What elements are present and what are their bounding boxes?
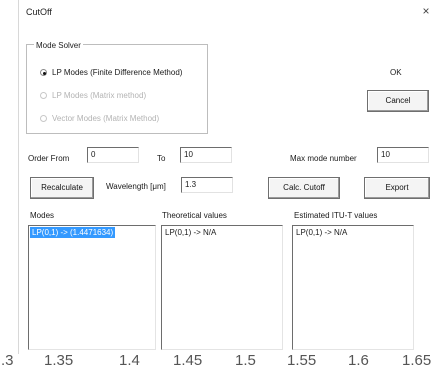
mode-solver-legend: Mode Solver	[34, 41, 83, 50]
order-from-label: Order From	[28, 154, 70, 163]
ok-button[interactable]: OK	[390, 68, 402, 77]
modes-header: Modes	[30, 211, 55, 220]
radio-label-lp-finite-difference: LP Modes (Finite Difference Method)	[52, 68, 183, 77]
max-mode-input[interactable]: 10	[377, 147, 429, 163]
calc-cutoff-button[interactable]: Calc. Cutoff	[268, 177, 340, 199]
radio-lp-matrix[interactable]	[40, 92, 47, 99]
itu-list-item[interactable]: LP(0,1) -> N/A	[294, 227, 349, 238]
radio-vector-matrix[interactable]	[40, 115, 47, 122]
axis-tick-label: 1.6	[348, 352, 369, 369]
modes-list[interactable]: LP(0,1) -> (1.4471634)	[28, 225, 156, 350]
export-button[interactable]: Export	[364, 177, 430, 199]
axis-tick-label: 1.55	[287, 352, 317, 369]
radio-lp-finite-difference[interactable]	[40, 69, 47, 76]
max-mode-label: Max mode number	[290, 154, 357, 163]
wavelength-label: Wavelength [μm]	[106, 182, 166, 191]
order-to-input[interactable]: 10	[180, 147, 232, 163]
axis-tick-label: 1.45	[173, 352, 203, 369]
radio-label-vector-matrix: Vector Modes (Matrix Method)	[52, 114, 160, 123]
modes-list-item[interactable]: LP(0,1) -> (1.4471634)	[30, 227, 116, 238]
wavelength-input[interactable]: 1.3	[181, 177, 233, 193]
axis-tick-label: 1.4	[119, 352, 140, 369]
order-from-input[interactable]: 0	[87, 147, 139, 163]
dialog-title: CutOff	[26, 7, 52, 17]
axis-tick-label: 1.5	[235, 352, 256, 369]
theoretical-list[interactable]: LP(0,1) -> N/A	[161, 225, 283, 350]
theoretical-header: Theoretical values	[162, 211, 227, 220]
axis-tick-label: 1.65	[402, 352, 432, 369]
radio-label-lp-matrix: LP Modes (Matrix method)	[52, 91, 147, 100]
axis-tick-label: .3	[1, 352, 14, 369]
theoretical-list-item[interactable]: LP(0,1) -> N/A	[163, 227, 218, 238]
close-icon[interactable]: ×	[420, 4, 432, 18]
to-label: To	[157, 154, 166, 163]
recalculate-button[interactable]: Recalculate	[30, 177, 94, 199]
axis-tick-label: 1.35	[44, 352, 74, 369]
cancel-button[interactable]: Cancel	[367, 90, 429, 112]
itu-header: Estimated ITU-T values	[294, 211, 378, 220]
itu-list[interactable]: LP(0,1) -> N/A	[292, 225, 414, 350]
